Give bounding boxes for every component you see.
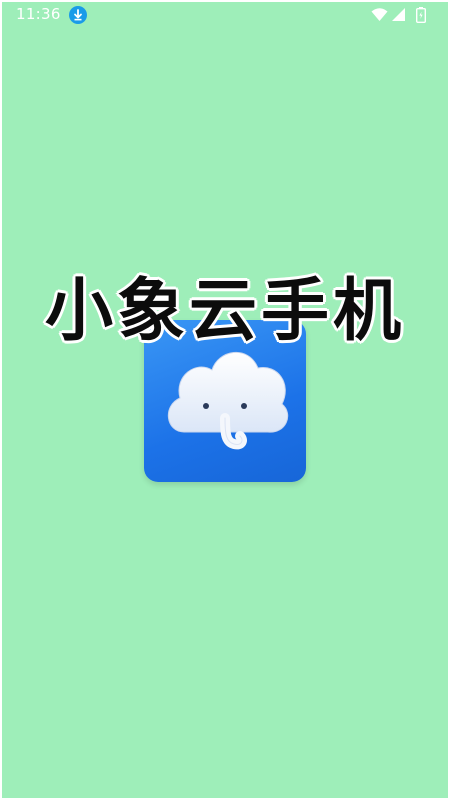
app-name-title: 小象云手机 bbox=[43, 271, 405, 353]
download-icon bbox=[69, 6, 87, 24]
signal-icon bbox=[391, 7, 406, 26]
wifi-icon bbox=[371, 7, 388, 26]
status-bar: 11:36 bbox=[2, 2, 448, 30]
splash-screen: 11:36 小象云手机 bbox=[2, 2, 448, 798]
status-time: 11:36 bbox=[16, 5, 61, 23]
battery-icon bbox=[415, 7, 427, 27]
